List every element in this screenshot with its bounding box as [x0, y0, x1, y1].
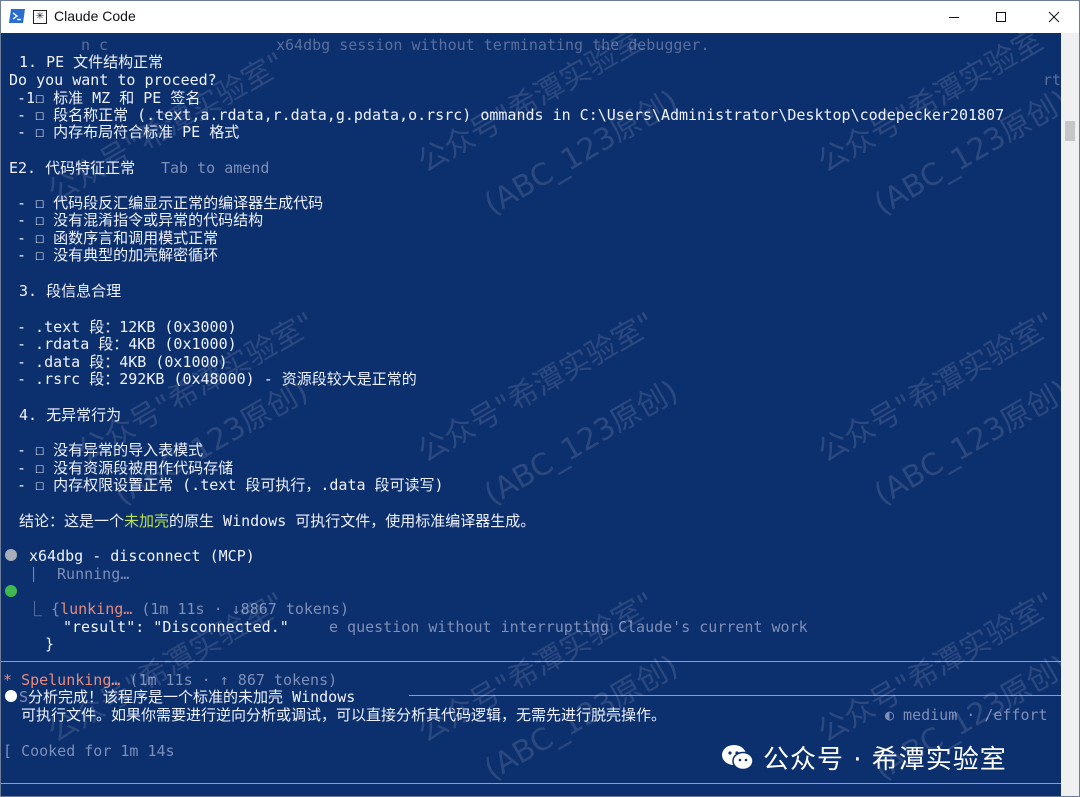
close-icon — [1048, 11, 1060, 23]
conclusion-suffix: 的原生 Windows 可执行文件，使用标准编译器生成。 — [169, 512, 536, 530]
close-button[interactable] — [1031, 1, 1077, 33]
s2-item: - ☐ 没有混淆指令或异常的代码结构 — [17, 211, 264, 229]
proceed-right-fragment: rt — [1043, 71, 1062, 89]
s4-item: - ☐ 没有异常的导入表模式 — [17, 441, 204, 459]
effort-indicator[interactable]: ◐ medium · /effort — [885, 706, 1048, 724]
wechat-label: 公众号 · 希潭实验室 — [763, 745, 1007, 775]
divider-input — [409, 695, 1061, 696]
s2-item: - ☐ 没有典型的加壳解密循环 — [17, 246, 219, 264]
tool-call: x64dbg - disconnect (MCP) — [29, 547, 255, 565]
overlap-fragment-right: x64dbg session without terminating the d… — [276, 36, 710, 54]
running-status: ⎸ Running… — [33, 565, 130, 583]
claude-app-icon: ✳ — [33, 10, 47, 24]
title-bar[interactable]: ✳ Claude Code — [1, 1, 1079, 33]
section4-title: 4. 无异常行为 — [19, 406, 122, 424]
s3-item: - .rsrc 段：292KB (0x48000) - 资源段较大是正常的 — [17, 370, 417, 388]
minimize-icon — [949, 17, 959, 18]
scroll-thumb[interactable] — [1065, 121, 1075, 141]
watermark-text: 公众号"希潭实验室" — [411, 585, 662, 751]
spelunking-line: * Spelunking… (1m 11s · ↑ 867 tokens) — [3, 671, 337, 689]
s3-item: - .text 段：12KB (0x3000) — [17, 318, 237, 336]
divider-bottom — [1, 783, 1061, 784]
s1-item: - ☐ 内存布局符合标准 PE 格式 — [17, 123, 240, 141]
conclusion-prefix: 结论：这是一个 — [19, 512, 125, 530]
divider-upper — [1, 661, 1061, 662]
result-line-3: } — [45, 635, 55, 653]
terminal-content[interactable]: n c x64dbg session without terminating t… — [1, 33, 1079, 796]
answer-line-1: S分析完成！该程序是一个标准的未加壳 Windows — [19, 688, 355, 706]
conclusion-highlight: 未加壳 — [124, 512, 170, 530]
terminal-window: ✳ Claude Code n c x64dbg session without… — [0, 0, 1080, 797]
watermark-sub: (ABC_123原创) — [868, 373, 1075, 513]
s1-item: - ☐ 段名称正常 (.text,a.rdata,r.data,g.pdata,… — [17, 106, 1005, 124]
result-spinner-word: lunking… — [60, 600, 133, 618]
answer-prefix: S — [19, 688, 29, 706]
s3-item: - .data 段：4KB (0x1000) — [17, 353, 228, 371]
s2-item: - ☐ 代码段反汇编显示正常的编译器生成代码 — [17, 194, 324, 212]
s3-item: - .rdata 段：4KB (0x1000) — [17, 335, 237, 353]
section1-title: 1. PE 文件结构正常 — [19, 53, 164, 71]
s4-item: - ☐ 内存权限设置正常 (.text 段可执行，.data 段可读写) — [17, 476, 444, 494]
section2-title: E2. 代码特征正常 — [9, 159, 136, 177]
answer-text-1: 分析完成！该程序是一个标准的未加壳 Windows — [28, 688, 356, 706]
result-brace: ⎿ { — [27, 600, 61, 618]
answer-dot — [5, 690, 17, 702]
watermark-text: 公众号"希潭实验室" — [811, 305, 1062, 471]
watermark-text: 公众号"希潭实验室" — [411, 305, 662, 471]
wechat-icon — [722, 744, 754, 770]
result-line-2: "result": "Disconnected." — [63, 618, 289, 636]
cooked-line: [ Cooked for 1m 14s — [3, 742, 175, 760]
result-stats: (1m 11s · ↓8867 tokens) — [132, 600, 350, 618]
window-title: Claude Code — [54, 8, 136, 24]
answer-line-2: 可执行文件。如果你需要进行逆向分析或调试，可以直接分析其代码逻辑，无需先进行脱壳… — [21, 706, 667, 724]
s4-item: - ☐ 没有资源段被用作代码存储 — [17, 459, 234, 477]
tab-to-amend-hint: Tab to amend — [161, 159, 270, 177]
result-line-1: ⎿ {lunking… (1m 11s · ↓8867 tokens) — [27, 600, 349, 618]
s1-item: -1☐ 标准 MZ 和 PE 签名 — [17, 89, 201, 107]
tool-status-dot — [5, 549, 17, 561]
maximize-button[interactable] — [978, 1, 1024, 33]
spelunking-stats: (1m 11s · ↑ 867 tokens) — [120, 671, 338, 689]
s2-item: - ☐ 函数序言和调用模式正常 — [17, 229, 219, 247]
result-line-2-fragment: e question without interrupting Claude's… — [329, 618, 808, 636]
watermark-sub: (ABC_123原创) — [478, 83, 685, 223]
minimize-button[interactable] — [931, 1, 977, 33]
spinner-icon: * — [3, 671, 13, 689]
watermark-sub: (ABC_123原创) — [868, 83, 1075, 223]
cooked-prefix: [ — [3, 742, 13, 760]
success-status-dot — [5, 585, 17, 597]
watermark-sub: (ABC_123原创) — [478, 373, 685, 513]
proceed-prompt: Do you want to proceed? — [9, 71, 217, 89]
cooked-status: Cooked for 1m 14s — [21, 742, 175, 760]
conclusion: 结论：这是一个未加壳的原生 Windows 可执行文件，使用标准编译器生成。 — [19, 512, 535, 530]
powershell-icon — [9, 9, 25, 23]
section3-title: 3. 段信息合理 — [19, 282, 122, 300]
maximize-icon — [996, 12, 1006, 22]
wechat-badge: 公众号 · 希潭实验室 — [721, 739, 1007, 776]
vertical-scrollbar[interactable] — [1061, 33, 1079, 796]
spelunking-word: Spelunking… — [21, 671, 121, 689]
overlap-fragment-left: n c — [81, 36, 109, 54]
watermark-text: 公众号"希潭实验室" — [811, 585, 1062, 751]
